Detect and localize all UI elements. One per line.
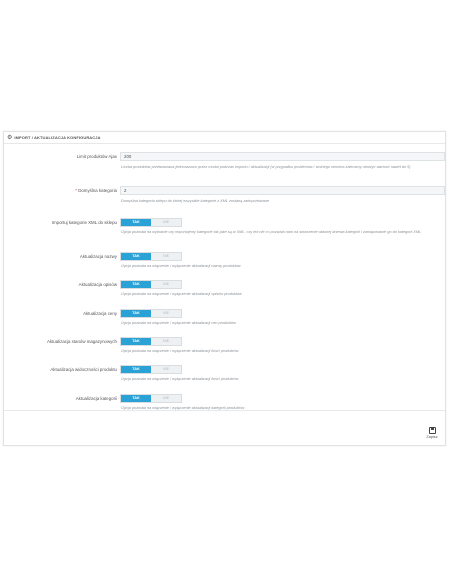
update-visibility-label: Aktualizacja widoczności produktu [50, 367, 117, 372]
update-name-help: Opcja pozwala na włączenie / wyłączenie … [121, 264, 241, 268]
default-category-input[interactable]: 2 [120, 186, 445, 195]
panel-footer-divider [4, 410, 445, 411]
update-visibility-no[interactable]: NIE [151, 366, 181, 373]
import-categories-no[interactable]: NIE [151, 219, 181, 226]
save-icon [428, 427, 436, 434]
import-categories-switch[interactable]: TAK NIE [120, 218, 182, 227]
default-category-label-text: Domyślna kategoria [78, 188, 117, 193]
panel-title: IMPORT / AKTUALIZACJA KONFIGURACJA [14, 135, 101, 140]
default-category-label: * Domyślna kategoria [75, 188, 117, 193]
default-category-help: Domyślna kategoria sklepu do której wszy… [121, 199, 270, 203]
import-categories-yes[interactable]: TAK [121, 219, 151, 226]
save-button[interactable]: Zapisz [423, 427, 441, 439]
update-name-no[interactable]: NIE [151, 253, 181, 260]
update-name-yes[interactable]: TAK [121, 253, 151, 260]
update-stock-no[interactable]: NIE [151, 338, 181, 345]
limit-label: Limit produktów Ajax [76, 154, 117, 159]
update-price-yes[interactable]: TAK [121, 310, 151, 317]
update-price-switch[interactable]: TAK NIE [120, 309, 182, 318]
update-description-label: Aktualizacja opisów [78, 282, 117, 287]
update-description-switch[interactable]: TAK NIE [120, 280, 182, 289]
panel-header: ⚙ IMPORT / AKTUALIZACJA KONFIGURACJA [4, 132, 445, 144]
update-categories-no[interactable]: NIE [151, 395, 181, 402]
cog-icon: ⚙ [7, 134, 13, 141]
update-price-label: Aktualizacja ceny [83, 311, 117, 316]
update-stock-help: Opcja pozwala na włączenie / wyłączenie … [121, 349, 239, 353]
update-description-no[interactable]: NIE [151, 281, 181, 288]
update-name-label: Aktualizacja nazwy [79, 254, 117, 259]
import-categories-label: Importuj kategorie XML do sklepu [51, 220, 117, 225]
update-categories-switch[interactable]: TAK NIE [120, 394, 182, 403]
save-label: Zapisz [426, 435, 438, 439]
update-price-help: Opcja pozwala na włączenie / wyłączenie … [121, 321, 237, 325]
update-description-yes[interactable]: TAK [121, 281, 151, 288]
update-visibility-help: Opcja pozwala na włączenie / wyłączenie … [121, 377, 239, 381]
required-marker: * [75, 188, 77, 193]
update-visibility-yes[interactable]: TAK [121, 366, 151, 373]
configuration-panel: ⚙ IMPORT / AKTUALIZACJA KONFIGURACJA Lim… [3, 131, 446, 446]
update-categories-label: Aktualizacja kategorii [75, 396, 117, 401]
import-categories-help: Opcja pozwala na wybranie czy importujem… [121, 230, 422, 234]
update-description-help: Opcja pozwala na włączenie / wyłączenie … [121, 292, 242, 296]
update-visibility-switch[interactable]: TAK NIE [120, 365, 182, 374]
limit-help: Liczba produktów przetwarzana jednorazow… [121, 165, 411, 169]
update-stock-label: Aktualizacja stanów magazynowych [46, 339, 117, 344]
limit-input[interactable]: 200 [120, 152, 445, 161]
update-stock-yes[interactable]: TAK [121, 338, 151, 345]
update-categories-yes[interactable]: TAK [121, 395, 151, 402]
update-name-switch[interactable]: TAK NIE [120, 252, 182, 261]
update-stock-switch[interactable]: TAK NIE [120, 337, 182, 346]
update-price-no[interactable]: NIE [151, 310, 181, 317]
